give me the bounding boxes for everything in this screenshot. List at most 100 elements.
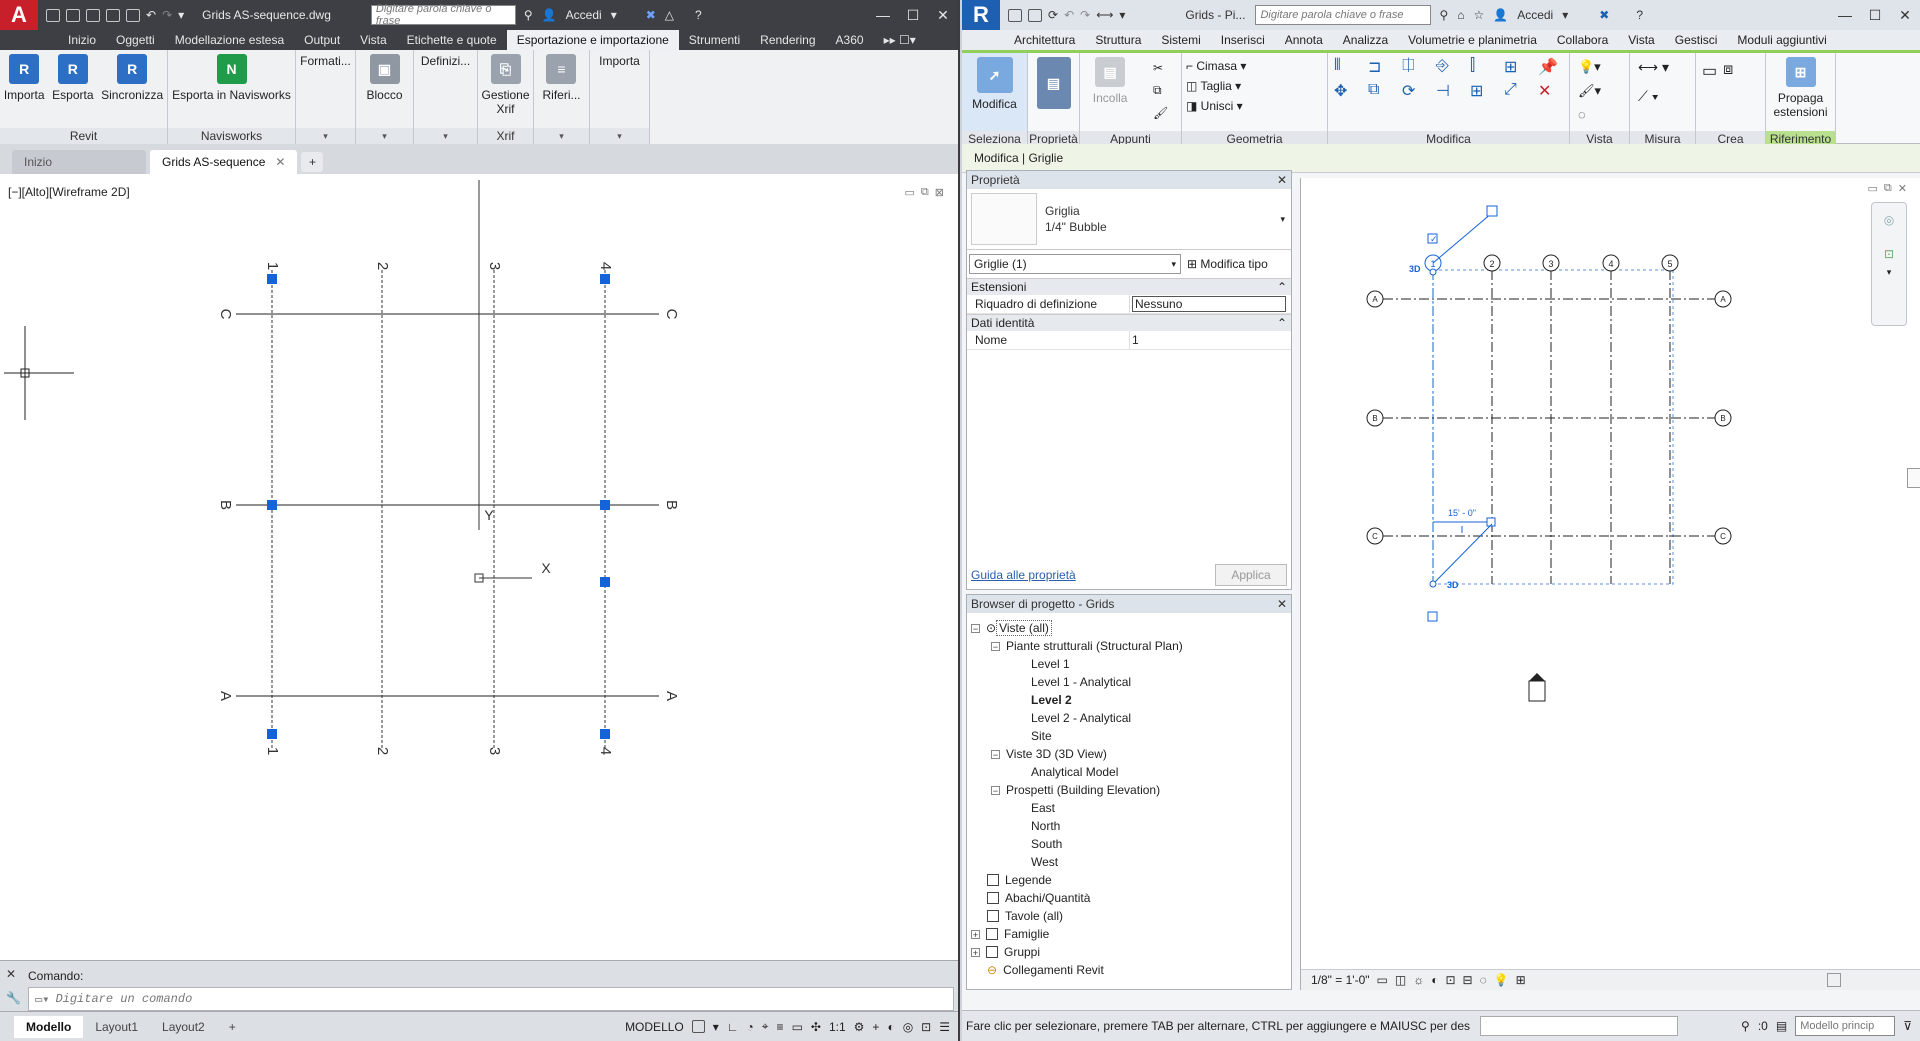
grid-icon[interactable] (691, 1020, 705, 1033)
esporta-button[interactable]: R Esporta (52, 54, 94, 102)
revit-close-icon[interactable]: ✕ (1890, 7, 1920, 24)
add-layout-icon[interactable]: + (217, 1016, 248, 1038)
new-icon[interactable] (46, 8, 60, 22)
taglia-button[interactable]: ◫ Taglia ▾ (1186, 79, 1327, 93)
rtab-collabora[interactable]: Collabora (1547, 30, 1618, 50)
isolate-icon[interactable]: ◐ (887, 1020, 894, 1034)
instance-filter[interactable]: Griglie (1) ▾ (969, 254, 1181, 274)
save-as-icon[interactable] (106, 8, 120, 22)
apply-button[interactable]: Applica (1215, 564, 1287, 586)
tree-level-1[interactable]: Level 1 (1031, 655, 1070, 673)
offset-icon[interactable]: ⊐ (1368, 57, 1398, 77)
rtab-vista[interactable]: Vista (1618, 30, 1664, 50)
tree-abachi[interactable]: Abachi/Quantità (987, 889, 1090, 907)
revit-save-icon[interactable] (1028, 8, 1042, 22)
elbow-leader-top[interactable] (1432, 212, 1493, 264)
grip-4-top[interactable] (600, 274, 610, 284)
autocad-signin[interactable]: Accedi (566, 8, 602, 22)
cut-icon[interactable]: ✂ (1153, 61, 1168, 75)
riferimenti-dropdown-icon[interactable]: ▾ (534, 128, 589, 144)
revit-exchange-icon[interactable]: ✖ (1599, 8, 1609, 22)
favorites-star-icon[interactable]: ☆ (1473, 8, 1484, 22)
move-icon[interactable]: ✥ (1334, 81, 1364, 101)
grid-end-handle-bottom[interactable] (1429, 580, 1437, 588)
doc-tab-close-icon[interactable]: ✕ (275, 155, 285, 169)
browser-close-icon[interactable]: ✕ (1277, 597, 1287, 611)
autocad-grid-drawing[interactable]: 1 2 3 4 1 2 3 4 C C B B A A X Y (4, 180, 956, 960)
model-space-button[interactable]: MODELLO (625, 1020, 684, 1034)
doc-tab-grids[interactable]: Grids AS-sequence ✕ (150, 150, 298, 174)
collapse-icon[interactable]: ⌃ (1277, 280, 1287, 294)
modifica-button[interactable]: ➚ Modifica (972, 57, 1017, 111)
rtab-gestisci[interactable]: Gestisci (1665, 30, 1728, 50)
properties-help-link[interactable]: Guida alle proprietà (971, 568, 1076, 582)
layout-tab-modello[interactable]: Modello (14, 1015, 84, 1038)
prop-value-riquadro[interactable]: Nessuno (1132, 296, 1286, 312)
create-part-icon[interactable]: ▭ (1702, 61, 1717, 81)
close-icon[interactable]: ✕ (928, 7, 958, 24)
scale-icon[interactable]: ⤢ (1504, 81, 1534, 101)
tab-esportazione-e-importazione[interactable]: Esportazione e importazione (506, 30, 679, 50)
unisci-button[interactable]: ◨ Unisci ▾ (1186, 99, 1327, 113)
tree-north[interactable]: North (1031, 817, 1060, 835)
detail-level-icon[interactable]: ▭ (1377, 973, 1388, 987)
tree-east[interactable]: East (1031, 799, 1055, 817)
command-input[interactable]: ▭▾ Digitare un comando (28, 987, 954, 1011)
selection-cycling-icon[interactable]: ▭ (792, 1020, 803, 1034)
grip-1-top[interactable] (267, 274, 277, 284)
importa2-button[interactable]: Importa (599, 54, 640, 68)
tree-famiglie[interactable]: + Famiglie (971, 925, 1049, 943)
sincronizza-button[interactable]: R Sincronizza (101, 54, 163, 102)
autocad-search-input[interactable]: Digitare parola chiave o frase (370, 3, 516, 27)
blocco-dropdown-icon[interactable]: ▾ (356, 128, 413, 144)
propaga-estensioni-button[interactable]: ⊞ Propaga estensioni (1769, 57, 1833, 119)
grip-4-bottom[interactable] (600, 729, 610, 739)
workset-input[interactable] (1480, 1016, 1679, 1036)
undo-icon[interactable]: ↶ (146, 8, 156, 22)
autocad-drawing-area[interactable]: [−][Alto][Wireframe 2D] ▭ ⧉ ⊠ 1 2 3 4 1 (4, 180, 954, 960)
revit-drawing-area[interactable]: ▭ ⧉ ✕ ◎ ⊡ ▾ 1 2 3 4 5 A A B B C C ✓ 3D 1… (1300, 178, 1920, 990)
rtab-moduli[interactable]: Moduli aggiuntivi (1727, 30, 1836, 50)
delete-icon[interactable]: ✕ (1538, 81, 1568, 101)
tree-toggle-icon[interactable]: − (991, 785, 1000, 795)
revit-signin-dropdown-icon[interactable]: ▾ (1562, 8, 1568, 22)
type-selector[interactable]: Griglia 1/4" Bubble ▾ (967, 189, 1291, 250)
tree-level-1-analytical[interactable]: Level 1 - Analytical (1031, 673, 1131, 691)
command-prompt-icon[interactable]: ▭▾ (35, 992, 49, 1007)
tab-modellazione-estesa[interactable]: Modellazione estesa (165, 30, 294, 50)
formati-dropdown-icon[interactable]: ▾ (296, 128, 355, 144)
shadows-icon[interactable]: ◐ (1431, 973, 1438, 987)
definizioni-button[interactable]: Definizi... (421, 54, 470, 68)
tree-level-2[interactable]: Level 2 (1031, 691, 1072, 709)
layout-tab-layout1[interactable]: Layout1 (83, 1016, 150, 1038)
hide-icon[interactable]: ◌ (1578, 107, 1621, 122)
rtab-struttura[interactable]: Struttura (1085, 30, 1151, 50)
grip-4-mid2[interactable] (600, 577, 610, 587)
hide-bubble-checkbox[interactable] (1427, 611, 1438, 622)
tree-gruppi[interactable]: + Gruppi (971, 943, 1040, 961)
tree-south[interactable]: South (1031, 835, 1062, 853)
align-icon[interactable]: ⫴ (1334, 57, 1364, 77)
prop-value-nome[interactable]: 1 (1130, 331, 1291, 349)
tree-viste[interactable]: − ⊙ Viste (all) (971, 619, 1052, 637)
properties-close-icon[interactable]: ✕ (1277, 173, 1287, 187)
tab-inizio[interactable]: Inizio (58, 30, 106, 50)
importa-button[interactable]: R Importa (4, 54, 45, 102)
revit-user-icon[interactable]: 👤 (1493, 8, 1508, 22)
vertical-scrollbar[interactable] (1907, 468, 1920, 488)
paintbrush-icon[interactable]: 🖌▾ (1578, 83, 1621, 99)
copy-elem-icon[interactable]: ⧉ (1368, 81, 1398, 101)
tab-a360[interactable]: A360 (826, 30, 874, 50)
mirror-draw-icon[interactable]: ⎆ (1436, 57, 1466, 77)
gestione-xrif-button[interactable]: ⎘ Gestione Xrif (481, 54, 531, 116)
grip-4-mid[interactable] (600, 500, 610, 510)
tag-3d-bottom[interactable]: 3D (1447, 580, 1459, 590)
print-icon[interactable] (126, 8, 140, 22)
status-filter-icon[interactable]: ⊽ (1903, 1019, 1912, 1033)
sun-path-icon[interactable]: ☼ (1413, 973, 1424, 987)
crop-show-icon[interactable]: ⊟ (1463, 973, 1473, 987)
subscription-icon[interactable]: ⌂ (1457, 8, 1464, 22)
blocco-button[interactable]: ▣ Blocco (366, 54, 403, 102)
dimension-icon[interactable]: ⟋ ▾ (1638, 88, 1687, 105)
revit-help-icon[interactable]: ? (1636, 8, 1643, 22)
